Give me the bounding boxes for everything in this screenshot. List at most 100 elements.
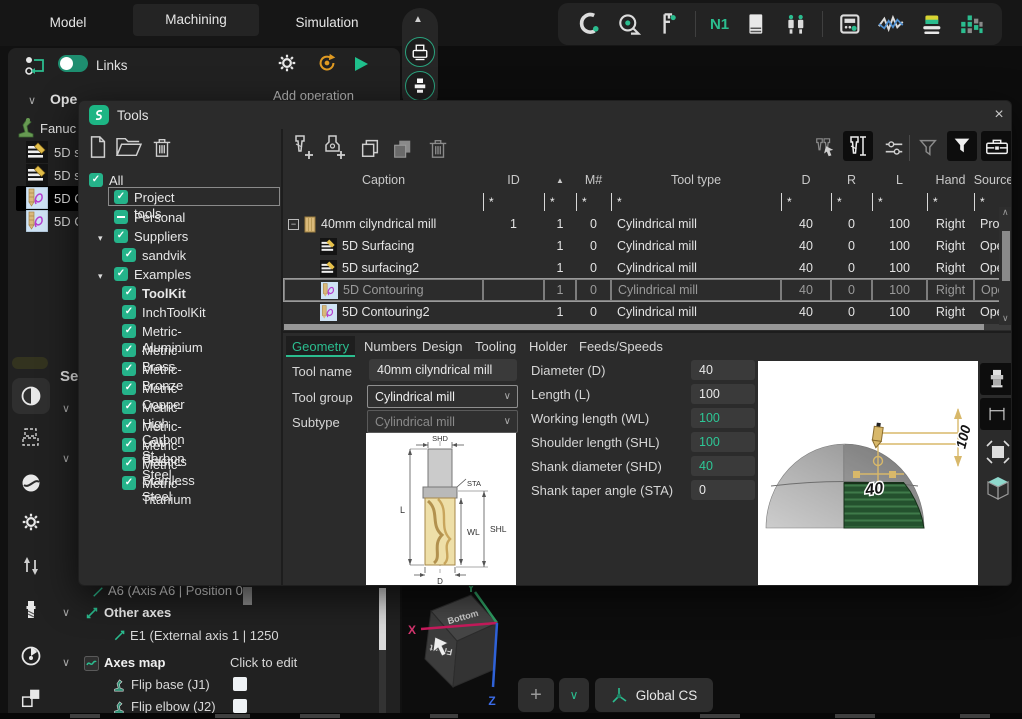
table-vscrollbar[interactable]: ∧ ∨ xyxy=(999,207,1012,325)
flip-base-checkbox[interactable] xyxy=(233,677,247,691)
tool-dimensions-toggle[interactable] xyxy=(843,131,873,161)
param-input[interactable]: 100 xyxy=(691,408,755,428)
swap-direction-button[interactable] xyxy=(19,554,43,578)
connectors-icon[interactable] xyxy=(783,11,809,37)
delete-library-button[interactable] xyxy=(151,135,173,159)
selection-frame-button[interactable] xyxy=(19,425,43,449)
measure-tape-icon[interactable] xyxy=(616,11,642,37)
col-l[interactable]: L xyxy=(872,169,927,191)
subtype-select[interactable]: Cylindrical mill∨ xyxy=(367,410,518,433)
calculator-icon[interactable] xyxy=(837,11,863,37)
col-d[interactable]: D xyxy=(781,169,831,191)
axis-e1-row[interactable]: E1 (External axis 1 | 1250 xyxy=(130,628,279,643)
param-input[interactable]: 40 xyxy=(691,360,755,380)
checkbox-checked[interactable]: ✓ xyxy=(114,267,128,281)
checkbox-checked[interactable]: ✓ xyxy=(122,400,136,414)
checkbox-checked[interactable]: ✓ xyxy=(122,457,136,471)
table-row[interactable]: 5D Contouring2 1 0 Cylindrical mill 40 0… xyxy=(284,301,1012,323)
filter-cell[interactable]: * xyxy=(831,193,872,211)
gear-icon[interactable] xyxy=(276,52,298,74)
table-row[interactable]: 5D surfacing2 1 0 Cylindrical mill 40 0 … xyxy=(284,257,1012,279)
checkbox-checked[interactable]: ✓ xyxy=(89,173,103,187)
table-row-selected[interactable]: 5D Contouring 1 0 Cylindrical mill 40 0 … xyxy=(284,279,1012,301)
sort-asc-icon[interactable]: ▲ xyxy=(544,169,576,191)
filter-cell[interactable]: * xyxy=(781,193,831,211)
filter-cell[interactable]: * xyxy=(872,193,927,211)
table-row[interactable]: 5D Surfacing 1 0 Cylindrical mill 40 0 1… xyxy=(284,235,1012,257)
click-to-edit-label[interactable]: Click to edit xyxy=(230,655,297,670)
checkbox-checked[interactable]: ✓ xyxy=(122,438,136,452)
operation-machine-label[interactable]: Fanuc xyxy=(40,121,76,136)
tab-tooling[interactable]: Tooling xyxy=(475,336,516,357)
filter-cell[interactable]: * xyxy=(927,193,974,211)
filter-cell[interactable]: * xyxy=(576,193,611,211)
copy-tool-button[interactable] xyxy=(359,137,381,159)
settings-button[interactable] xyxy=(19,510,43,534)
other-axes-chevron-icon[interactable]: ∨ xyxy=(62,606,70,619)
machine-head-button-2[interactable] xyxy=(405,71,435,101)
table-hscrollbar[interactable] xyxy=(284,324,1012,330)
dial-button[interactable] xyxy=(19,644,43,668)
filter-cell[interactable]: * xyxy=(611,193,781,211)
panel-scrollbar-thumb[interactable] xyxy=(243,587,252,605)
rail-selected-button[interactable] xyxy=(12,378,50,414)
col-source[interactable]: Source xyxy=(974,169,1012,191)
rebuild-icon[interactable] xyxy=(316,52,338,74)
col-m[interactable]: M# xyxy=(576,169,611,191)
axes-map-chevron-icon[interactable]: ∨ xyxy=(62,656,70,669)
run-icon[interactable] xyxy=(352,55,370,73)
preview-shaded-toggle[interactable] xyxy=(980,363,1012,395)
add-cs-button[interactable]: + xyxy=(518,678,554,712)
caliper-icon[interactable] xyxy=(655,11,681,37)
tab-numbers[interactable]: Numbers xyxy=(364,336,417,357)
add-tool-button[interactable] xyxy=(291,134,315,161)
new-library-button[interactable] xyxy=(87,135,109,159)
checkbox-checked[interactable]: ✓ xyxy=(122,248,136,262)
expand-icon[interactable]: ▾ xyxy=(98,268,103,284)
panel-vscrollbar-thumb[interactable] xyxy=(379,588,386,650)
param-input[interactable]: 100 xyxy=(691,384,755,404)
other-axes-header[interactable]: Other axes xyxy=(104,605,171,620)
tab-simulation[interactable]: Simulation xyxy=(268,7,386,39)
arrange-button[interactable] xyxy=(19,686,43,710)
tool-group-select[interactable]: Cylindrical mill∨ xyxy=(367,385,518,408)
filter-active-toggle[interactable] xyxy=(947,131,977,161)
open-library-button[interactable] xyxy=(115,135,143,159)
col-hand[interactable]: Hand xyxy=(927,169,974,191)
table-header-row[interactable]: Caption ID ▲ M# Tool type D R L Hand Sou… xyxy=(284,169,1012,191)
checkbox-checked[interactable]: ✓ xyxy=(122,324,136,338)
param-input[interactable]: 100 xyxy=(691,432,755,452)
tab-geometry[interactable]: Geometry xyxy=(286,336,355,357)
iso-view-button[interactable] xyxy=(985,475,1011,504)
add-holder-button[interactable] xyxy=(323,134,347,161)
filter-cell[interactable]: * xyxy=(483,193,544,211)
checkbox-checked[interactable]: ✓ xyxy=(122,362,136,376)
param-input[interactable]: 0 xyxy=(691,480,755,500)
checkbox-checked[interactable]: ✓ xyxy=(122,305,136,319)
axes-map-header[interactable]: Axes map xyxy=(104,655,165,670)
scroll-up-icon[interactable]: ∧ xyxy=(1002,207,1009,218)
checkbox-checked[interactable]: ✓ xyxy=(114,229,128,243)
tab-holder[interactable]: Holder xyxy=(529,336,567,357)
flip-elbow-checkbox[interactable] xyxy=(233,699,247,713)
machine-head-button-1[interactable] xyxy=(405,37,435,67)
waveform-icon[interactable] xyxy=(877,11,905,37)
tool-button[interactable] xyxy=(19,598,43,622)
operations-header[interactable]: Ope xyxy=(50,91,77,107)
tool-name-input[interactable]: 40mm cilyndrical mill xyxy=(369,359,517,381)
checkbox-checked[interactable]: ✓ xyxy=(122,381,136,395)
tool-preview-3d[interactable]: 100 40 xyxy=(758,361,978,586)
layers-icon[interactable] xyxy=(919,11,945,37)
checkbox-checked[interactable]: ✓ xyxy=(122,476,136,490)
checkbox-checked[interactable]: ✓ xyxy=(122,286,136,300)
filter-cell[interactable]: * xyxy=(544,193,576,211)
checkbox-checked[interactable]: ✓ xyxy=(114,190,128,204)
tab-machining[interactable]: Machining xyxy=(133,4,259,36)
operations-chevron-icon[interactable]: ∨ xyxy=(28,94,36,107)
param-input[interactable]: 40 xyxy=(691,456,755,476)
scroll-down-icon[interactable]: ∨ xyxy=(1002,313,1009,324)
checkbox-partial[interactable] xyxy=(114,210,128,224)
document-icon[interactable] xyxy=(743,11,769,37)
table-row[interactable]: − 40mm cilyndrical mill 1 1 0 Cylindrica… xyxy=(284,213,1012,235)
checkbox-checked[interactable]: ✓ xyxy=(122,419,136,433)
